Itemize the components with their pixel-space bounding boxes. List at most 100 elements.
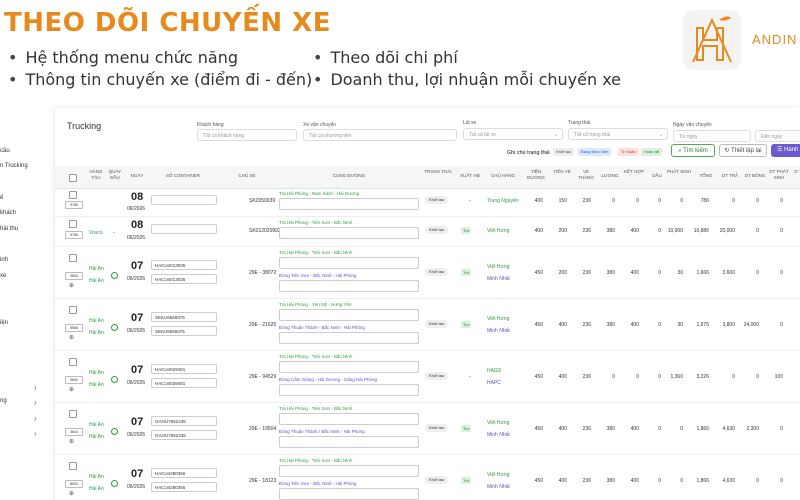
col-header[interactable]: TỔNG (693, 173, 719, 179)
route-input[interactable] (279, 198, 419, 210)
cell-dt-ps: 0 (780, 478, 783, 484)
container-input[interactable]: GAOU7662435 (151, 430, 217, 440)
sidebar-item[interactable]: khách (0, 210, 16, 216)
chevron-right-icon[interactable]: › (34, 429, 37, 438)
view-icon[interactable]: ⊕ (69, 334, 74, 341)
container-input[interactable]: HACU4013035 (151, 274, 217, 284)
route-input[interactable] (279, 436, 419, 448)
row-checkbox[interactable] (69, 410, 77, 418)
table-row[interactable]: 9785 08 06/2026 SK2050039 Trà Hải Phòng … (55, 188, 800, 217)
date-to-input[interactable]: Đến ngày (755, 130, 800, 142)
route-input[interactable] (279, 257, 419, 269)
route-input[interactable] (279, 332, 419, 344)
col-header[interactable]: DẦU (647, 173, 667, 179)
container-input[interactable]: HACU4280356 (151, 468, 217, 478)
table-row[interactable]: 9786 Vosco - 08 06/2026 SK0120209029029 … (55, 216, 800, 247)
view-icon[interactable]: ⊕ (69, 386, 74, 393)
route-input[interactable] (279, 309, 419, 321)
col-header[interactable]: NGÀY (127, 173, 147, 179)
col-header[interactable]: TIỀN ĐƯỜNG (523, 169, 549, 181)
container-input[interactable]: HACU4280356 (151, 482, 217, 492)
shipper: Minh Nhất (487, 328, 510, 334)
cell-salary: 380 (606, 228, 615, 234)
col-header[interactable]: TIỀN VÉ (551, 169, 573, 175)
col-header[interactable]: XUẤT HĐ (457, 173, 483, 179)
row-checkbox[interactable] (69, 220, 77, 228)
row-day: 07 (131, 468, 144, 480)
col-header[interactable]: KẾT HỢP (623, 169, 645, 175)
status-pill[interactable]: Khởi tạo (425, 268, 449, 276)
action-button[interactable]: ☰ Hành (771, 144, 800, 157)
route-input[interactable] (279, 465, 419, 477)
table-row[interactable]: 3644 ⊕ Hải An Hải An 07 06/2026 GAOU7662… (55, 402, 800, 455)
col-header[interactable]: HÃNG TÀU (87, 169, 105, 181)
date-from-input[interactable]: Từ ngày (673, 130, 751, 142)
sidebar-item[interactable]: ế (0, 195, 3, 201)
container-input[interactable]: HACU4029481 (151, 378, 217, 388)
vehicle-filter[interactable]: Tất cả phương tiện (303, 129, 457, 141)
route-input[interactable] (279, 227, 419, 239)
sidebar-item[interactable]: ng (0, 398, 7, 404)
status-pill[interactable]: Khởi tạo (425, 372, 449, 380)
route-input[interactable] (279, 384, 419, 396)
table-row[interactable]: 8543 ⊕ Hải An Hải An 07 06/2026 HACU4280… (55, 454, 800, 500)
table-row[interactable]: 9840 ⊕ Hải An Hải An 07 06/2026 HACU4029… (55, 350, 800, 403)
status-pill[interactable]: Khởi tạo (425, 320, 449, 328)
container-input[interactable] (151, 195, 217, 205)
select-all-checkbox[interactable] (69, 174, 77, 182)
container-input[interactable]: SEKU6569375 (151, 326, 217, 336)
status-pill[interactable]: Khởi tạo (425, 196, 449, 204)
sidebar-item[interactable]: inh (0, 257, 8, 263)
col-header[interactable]: PHÁT SINH (667, 169, 691, 175)
container-input[interactable] (151, 224, 217, 234)
status-pill[interactable]: Khởi tạo (425, 226, 449, 234)
col-header[interactable]: TRẠNG THÁI (423, 169, 453, 175)
sidebar-item[interactable]: n Trucking (0, 163, 28, 169)
route-input[interactable] (279, 361, 419, 373)
row-checkbox[interactable] (69, 191, 77, 199)
container-input[interactable]: GAOU7662435 (151, 416, 217, 426)
col-header[interactable]: SỐ CONTAINER (151, 173, 215, 179)
view-icon[interactable]: ⊕ (69, 490, 74, 497)
route-input[interactable] (279, 280, 419, 292)
row-checkbox[interactable] (69, 462, 77, 470)
row-checkbox[interactable] (69, 358, 77, 366)
sidebar-item[interactable]: iện (0, 320, 8, 326)
driver-filter[interactable]: Tất cả lái xe ⌄ (463, 128, 563, 140)
col-header[interactable]: CUNG ĐƯỜNG (279, 173, 419, 179)
col-header[interactable]: DT TRẢ (719, 173, 741, 179)
container-input[interactable]: HACU4013035 (151, 260, 217, 270)
col-header[interactable]: CHỦ HÀNG (485, 173, 521, 179)
reset-button[interactable]: ↻ Thiết lập lại (719, 144, 767, 157)
row-checkbox[interactable] (69, 306, 77, 314)
col-header[interactable]: LƯƠNG (599, 173, 621, 179)
col-header[interactable]: VÉ THÁNG (575, 169, 597, 181)
chevron-right-icon[interactable]: › (34, 383, 37, 392)
row-checkbox[interactable] (69, 254, 77, 262)
route-input[interactable] (279, 488, 419, 500)
search-button[interactable]: ⌕ Tìm kiếm (671, 144, 715, 157)
col-header[interactable]: DT PHÁT SINH (767, 169, 791, 181)
customer-filter[interactable]: Tất cả khách hàng (197, 129, 297, 141)
col-header[interactable]: QUAY ĐẦU (107, 169, 123, 181)
container-input[interactable]: HACU4029481 (151, 364, 217, 374)
chevron-right-icon[interactable]: › (34, 414, 37, 423)
sidebar-item[interactable]: hải thu (0, 226, 18, 232)
col-header[interactable]: D T (793, 169, 800, 175)
status-filter[interactable]: Tất cả trạng thái ⌄ (568, 128, 668, 140)
table-row[interactable]: 5588 ⊕ Hải An Hải An 07 06/2026 SEKU6569… (55, 298, 800, 351)
route-input[interactable] (279, 413, 419, 425)
view-icon[interactable]: ⊕ (69, 282, 74, 289)
status-pill[interactable]: Khởi tạo (425, 424, 449, 432)
table-row[interactable]: 3830 ⊕ Hải An Hải An 07 06/2026 HACU4013… (55, 246, 800, 299)
sidebar-item[interactable]: cầu (0, 148, 10, 154)
status-pill[interactable]: Khởi tạo (425, 476, 449, 484)
shipper: HAGS (487, 368, 502, 374)
col-header[interactable]: DT ĐÓNG (743, 173, 767, 179)
cell-combo: 400 (630, 478, 639, 484)
sidebar-item[interactable]: xe (0, 273, 6, 279)
col-header[interactable]: CHỦ XE (219, 173, 275, 179)
container-input[interactable]: SEKU6569375 (151, 312, 217, 322)
chevron-right-icon[interactable]: › (34, 398, 37, 407)
view-icon[interactable]: ⊕ (69, 438, 74, 445)
